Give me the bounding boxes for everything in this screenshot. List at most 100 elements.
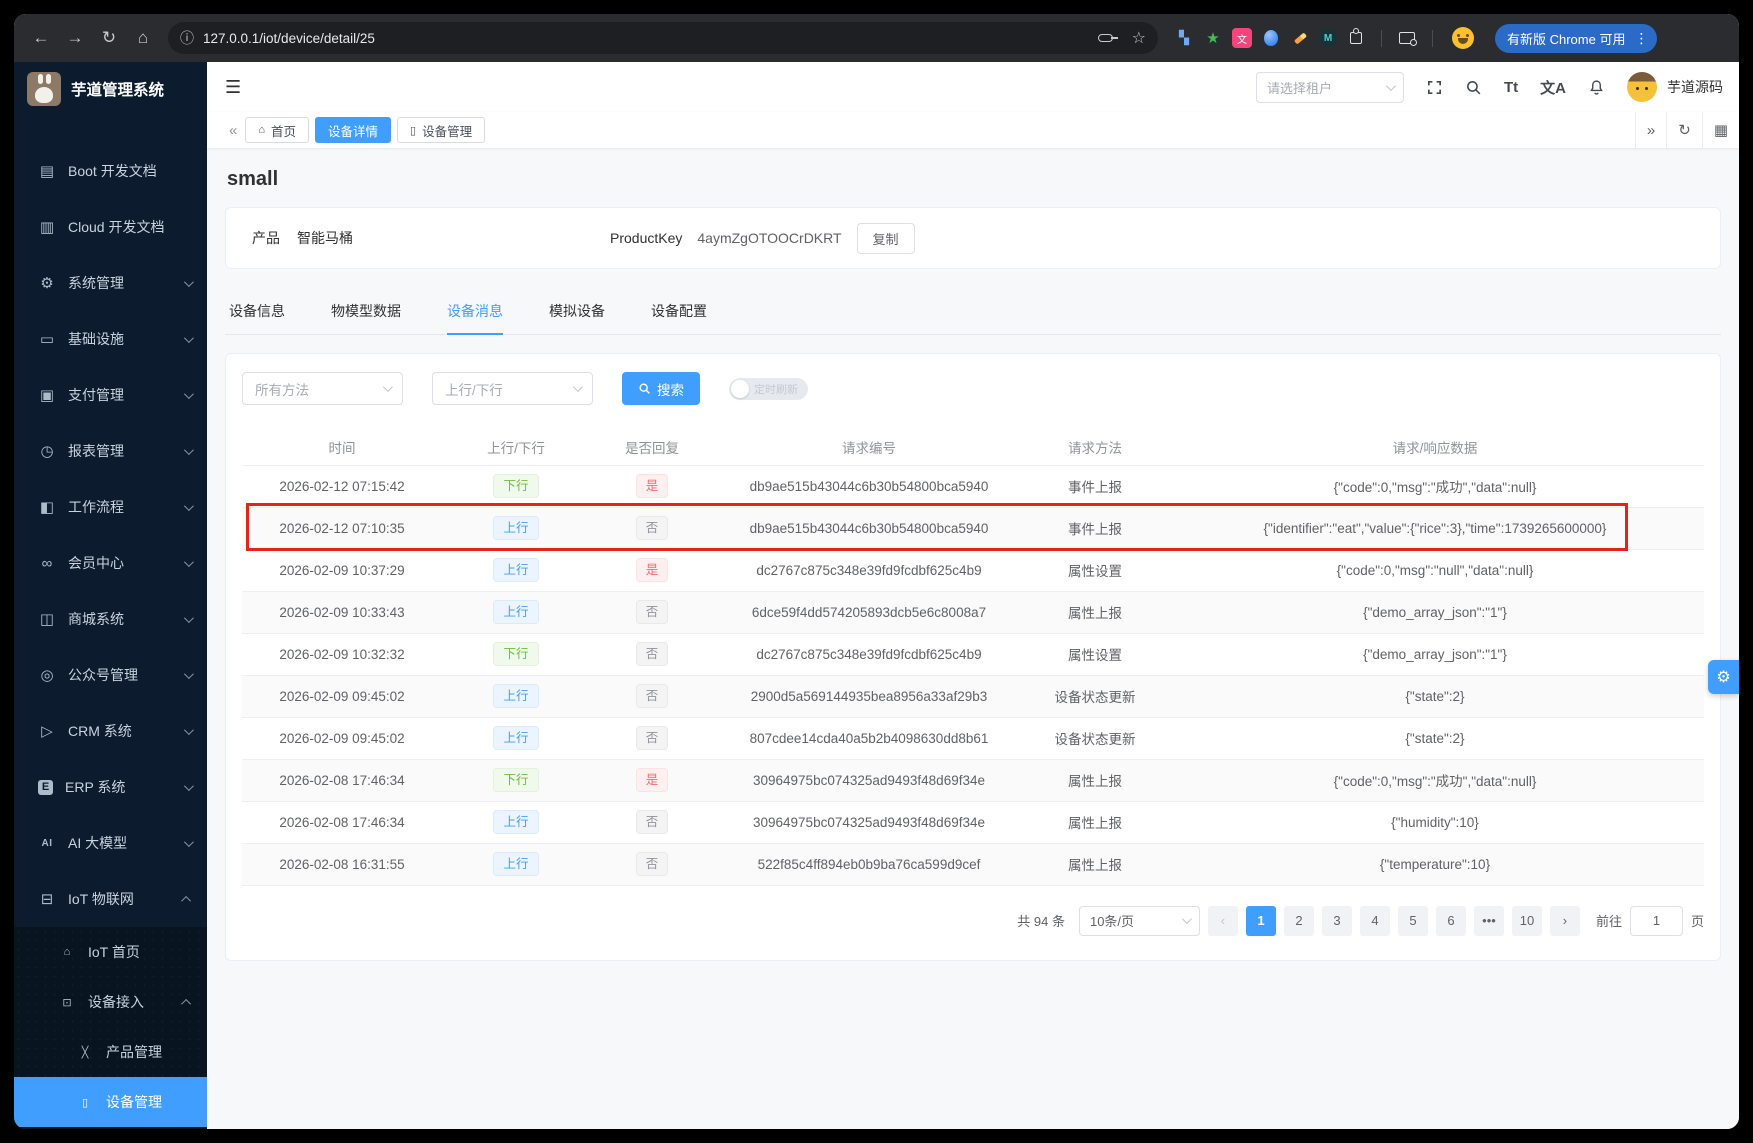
sidebar-item-system[interactable]: ⚙ 系统管理 [14, 255, 207, 311]
direction-select[interactable]: 上行/下行 [432, 372, 593, 405]
font-size-icon[interactable]: Tt [1504, 79, 1518, 96]
page-button-5[interactable]: 5 [1398, 906, 1428, 936]
refresh-icon[interactable]: ↻ [1666, 112, 1702, 148]
sidebar-item-ai[interactable]: AI AI 大模型 [14, 815, 207, 871]
extension-translate-icon[interactable]: 文 [1232, 28, 1252, 48]
tabs-scroll-right-icon[interactable]: » [1635, 112, 1666, 148]
extension-star-icon[interactable]: ★ [1203, 28, 1223, 48]
shop-icon: ◫ [38, 610, 56, 628]
sidebar-item-boot-docs[interactable]: ▤ Boot 开发文档 [14, 143, 207, 199]
tab-device-messages[interactable]: 设备消息 [447, 290, 503, 334]
reply-tag: 是 [636, 558, 669, 582]
copy-button[interactable]: 复制 [857, 223, 915, 254]
sidebar-item-mall[interactable]: ◫ 商城系统 [14, 591, 207, 647]
sidebar-item-member[interactable]: ∞ 会员中心 [14, 535, 207, 591]
url-text[interactable]: 127.0.0.1/iot/device/detail/25 [203, 31, 1089, 46]
screenshot-tool-icon[interactable] [1397, 28, 1417, 48]
tab-device-management[interactable]: ▯ 设备管理 [397, 117, 485, 143]
extension-m-icon[interactable]: M [1319, 29, 1337, 47]
page-button-1[interactable]: 1 [1246, 906, 1276, 936]
chevron-down-icon [184, 333, 194, 343]
page-button-3[interactable]: 3 [1322, 906, 1352, 936]
col-direction: 上行/下行 [442, 429, 590, 465]
chrome-update-label: 有新版 Chrome 可用 [1507, 29, 1625, 48]
home-icon[interactable]: ⌂ [128, 23, 158, 53]
collapse-sidebar-icon[interactable]: ☰ [225, 77, 241, 98]
tab-thing-model-data[interactable]: 物模型数据 [331, 290, 401, 334]
page-size-select[interactable]: 10条/页 [1079, 906, 1200, 936]
app-logo-row[interactable]: 芋道管理系统 [14, 62, 207, 115]
goto-unit-label: 页 [1691, 911, 1704, 930]
profile-emoji-avatar[interactable] [1452, 27, 1474, 49]
tab-simulate-device[interactable]: 模拟设备 [549, 290, 605, 334]
settings-gear-button[interactable]: ⚙ [1708, 660, 1739, 694]
cell-method: 属性上报 [1024, 843, 1166, 885]
search-icon [638, 382, 651, 395]
sidebar-item-report[interactable]: ◷ 报表管理 [14, 423, 207, 479]
tab-home[interactable]: ⌂ 首页 [245, 117, 309, 143]
search-icon[interactable] [1465, 79, 1482, 96]
sidebar-item-erp[interactable]: E ERP 系统 [14, 759, 207, 815]
page-button-2[interactable]: 2 [1284, 906, 1314, 936]
page-button-10[interactable]: 10 [1512, 906, 1542, 936]
translate-icon[interactable]: 文A [1540, 77, 1566, 98]
next-page-button[interactable]: › [1550, 906, 1580, 936]
site-info-icon[interactable]: ⓘ [180, 28, 194, 48]
sidebar-item-workflow[interactable]: ◧ 工作流程 [14, 479, 207, 535]
sidebar-item-iot-home[interactable]: ⌂ IoT 首页 [14, 927, 207, 977]
tab-device-detail[interactable]: 设备详情 [315, 117, 391, 143]
prev-page-button[interactable]: ‹ [1208, 906, 1238, 936]
chrome-update-button[interactable]: 有新版 Chrome 可用 ⋮ [1495, 24, 1657, 53]
password-key-icon[interactable] [1098, 34, 1113, 42]
sidebar-item-cloud-docs[interactable]: ▥ Cloud 开发文档 [14, 199, 207, 255]
tenant-select[interactable]: 请选择租户 [1256, 72, 1404, 103]
avatar [1627, 72, 1657, 102]
browser-menu-icon[interactable]: ⋮ [1631, 30, 1651, 47]
extension-balloon-icon[interactable] [1261, 28, 1281, 48]
sidebar-item-device-management[interactable]: ▯ 设备管理 [14, 1077, 207, 1127]
product-name: 智能马桶 [297, 228, 353, 248]
sidebar-item-wechat[interactable]: ◎ 公众号管理 [14, 647, 207, 703]
direction-tag: 下行 [493, 642, 538, 666]
sidebar-item-iot[interactable]: ⊟ IoT 物联网 [14, 871, 207, 927]
gear-icon: ⚙ [38, 274, 56, 292]
sidebar-item-device-access[interactable]: ⊡ 设备接入 [14, 977, 207, 1027]
chevron-down-icon [184, 389, 194, 399]
fullscreen-icon[interactable] [1426, 79, 1443, 96]
sidebar-item-product-management[interactable]: ╳ 产品管理 [14, 1027, 207, 1077]
sidebar-item-crm[interactable]: ▷ CRM 系统 [14, 703, 207, 759]
sidebar-item-infrastructure[interactable]: ▭ 基础设施 [14, 311, 207, 367]
back-icon[interactable]: ← [26, 23, 56, 53]
bookmark-star-icon[interactable]: ☆ [1132, 28, 1146, 48]
cell-request-id: 30964975bc074325ad9493f48d69f34e [714, 759, 1024, 801]
tab-device-info[interactable]: 设备信息 [229, 290, 285, 334]
layout-grid-icon[interactable]: ▦ [1702, 112, 1739, 148]
extension-broom-icon[interactable] [1290, 28, 1310, 48]
cell-method: 设备状态更新 [1024, 717, 1166, 759]
search-button[interactable]: 搜索 [622, 372, 700, 405]
method-select[interactable]: 所有方法 [242, 372, 403, 405]
extension-blocks-icon[interactable]: ▚ [1174, 28, 1194, 48]
bell-icon[interactable] [1588, 79, 1605, 96]
tab-device-config[interactable]: 设备配置 [651, 290, 707, 334]
chevron-down-icon [184, 501, 194, 511]
cell-time: 2026-02-09 09:45:02 [242, 675, 442, 717]
cell-data: {"code":0,"msg":"成功","data":null} [1166, 759, 1704, 801]
more-pages-button[interactable]: ••• [1474, 906, 1504, 936]
address-bar[interactable]: ⓘ 127.0.0.1/iot/device/detail/25 ☆ [168, 22, 1158, 54]
page-button-6[interactable]: 6 [1436, 906, 1466, 936]
tabs-scroll-left-icon[interactable]: « [221, 122, 245, 139]
product-label: 产品 [252, 228, 280, 248]
forward-icon[interactable]: → [60, 23, 90, 53]
extensions-puzzle-icon[interactable] [1346, 28, 1366, 48]
direction-tag: 下行 [493, 474, 538, 498]
chevron-down-icon [184, 837, 194, 847]
reply-tag: 否 [636, 684, 669, 708]
reload-icon[interactable]: ↻ [94, 23, 124, 53]
sidebar-item-payment[interactable]: ▣ 支付管理 [14, 367, 207, 423]
goto-page-input[interactable] [1630, 906, 1683, 936]
user-menu[interactable]: 芋道源码 [1627, 72, 1723, 102]
cell-time: 2026-02-09 10:32:32 [242, 633, 442, 675]
page-button-4[interactable]: 4 [1360, 906, 1390, 936]
auto-refresh-toggle[interactable]: 定时刷新 [729, 378, 808, 400]
